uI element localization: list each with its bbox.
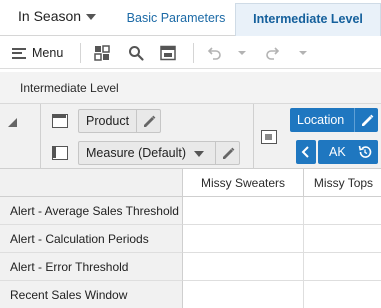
tabs-bar: In Season Basic Parameters Intermediate … <box>0 0 381 36</box>
pane-title: Intermediate Level <box>20 81 119 95</box>
toolbar: Menu <box>0 37 381 69</box>
edit-button[interactable] <box>354 108 378 132</box>
undo-dropdown-icon[interactable] <box>233 44 251 62</box>
data-grid: Missy Sweaters Missy Tops Alert - Averag… <box>0 169 381 308</box>
chevron-down-icon[interactable] <box>194 151 204 157</box>
column-layout-icon[interactable] <box>261 130 277 144</box>
pane-header: Intermediate Level <box>0 72 381 104</box>
product-dimension-label: Product <box>86 114 130 128</box>
column-header[interactable]: Missy Tops <box>304 169 381 197</box>
grid-cell[interactable] <box>183 281 304 308</box>
grid-cell[interactable] <box>183 253 304 281</box>
divider <box>40 104 41 169</box>
grid-cell[interactable] <box>304 225 381 253</box>
measure-layout-icon[interactable] <box>52 146 68 160</box>
edit-button[interactable] <box>136 110 160 132</box>
row-layout-icon[interactable] <box>52 114 68 128</box>
toolbar-divider <box>193 43 194 63</box>
grid-cell[interactable] <box>183 197 304 225</box>
pencil-icon <box>223 147 235 159</box>
tab-basic-parameters[interactable]: Basic Parameters <box>118 3 234 36</box>
pivot-icon[interactable] <box>93 44 111 62</box>
chevron-down-icon[interactable] <box>86 14 96 20</box>
ak-member-chip[interactable]: AK <box>318 140 378 164</box>
row-header[interactable]: Alert - Error Threshold <box>0 253 183 281</box>
pencil-icon <box>362 114 374 126</box>
measure-dimension-label: Measure (Default) <box>86 146 187 160</box>
row-header[interactable]: Alert - Average Sales Threshold <box>0 197 183 225</box>
grid-cell[interactable] <box>304 281 381 308</box>
toolbar-divider <box>80 43 81 63</box>
grid-corner <box>0 169 183 197</box>
location-dimension-chip[interactable]: Location <box>290 108 378 132</box>
grid-cell[interactable] <box>304 253 381 281</box>
search-icon[interactable] <box>127 44 145 62</box>
measure-dimension-chip[interactable]: Measure (Default) <box>78 141 240 165</box>
menu-button[interactable]: Menu <box>12 45 63 61</box>
redo-dropdown-icon[interactable] <box>294 44 312 62</box>
row-header[interactable]: Alert - Calculation Periods <box>0 225 183 253</box>
row-header[interactable]: Recent Sales Window <box>0 281 183 308</box>
previous-member-button[interactable] <box>296 140 316 164</box>
refresh-icon[interactable] <box>356 143 374 161</box>
menu-label: Menu <box>32 46 64 60</box>
redo-icon[interactable] <box>264 44 282 62</box>
hamburger-icon <box>12 47 26 59</box>
plan-selector[interactable]: In Season <box>18 8 81 24</box>
select-all-icon[interactable] <box>8 118 17 127</box>
grid-cell[interactable] <box>304 197 381 225</box>
location-dimension-label: Location <box>297 113 345 127</box>
undo-icon[interactable] <box>205 44 223 62</box>
product-dimension-chip[interactable]: Product <box>78 109 161 133</box>
view-icon[interactable] <box>159 44 177 62</box>
edit-button[interactable] <box>215 142 239 164</box>
divider <box>253 104 254 169</box>
tab-intermediate-level[interactable]: Intermediate Level <box>235 3 381 36</box>
grid-cell[interactable] <box>183 225 304 253</box>
pencil-icon <box>144 115 156 127</box>
ak-member-label: AK <box>329 145 346 159</box>
column-header[interactable]: Missy Sweaters <box>183 169 304 197</box>
chevron-left-icon <box>301 146 309 158</box>
